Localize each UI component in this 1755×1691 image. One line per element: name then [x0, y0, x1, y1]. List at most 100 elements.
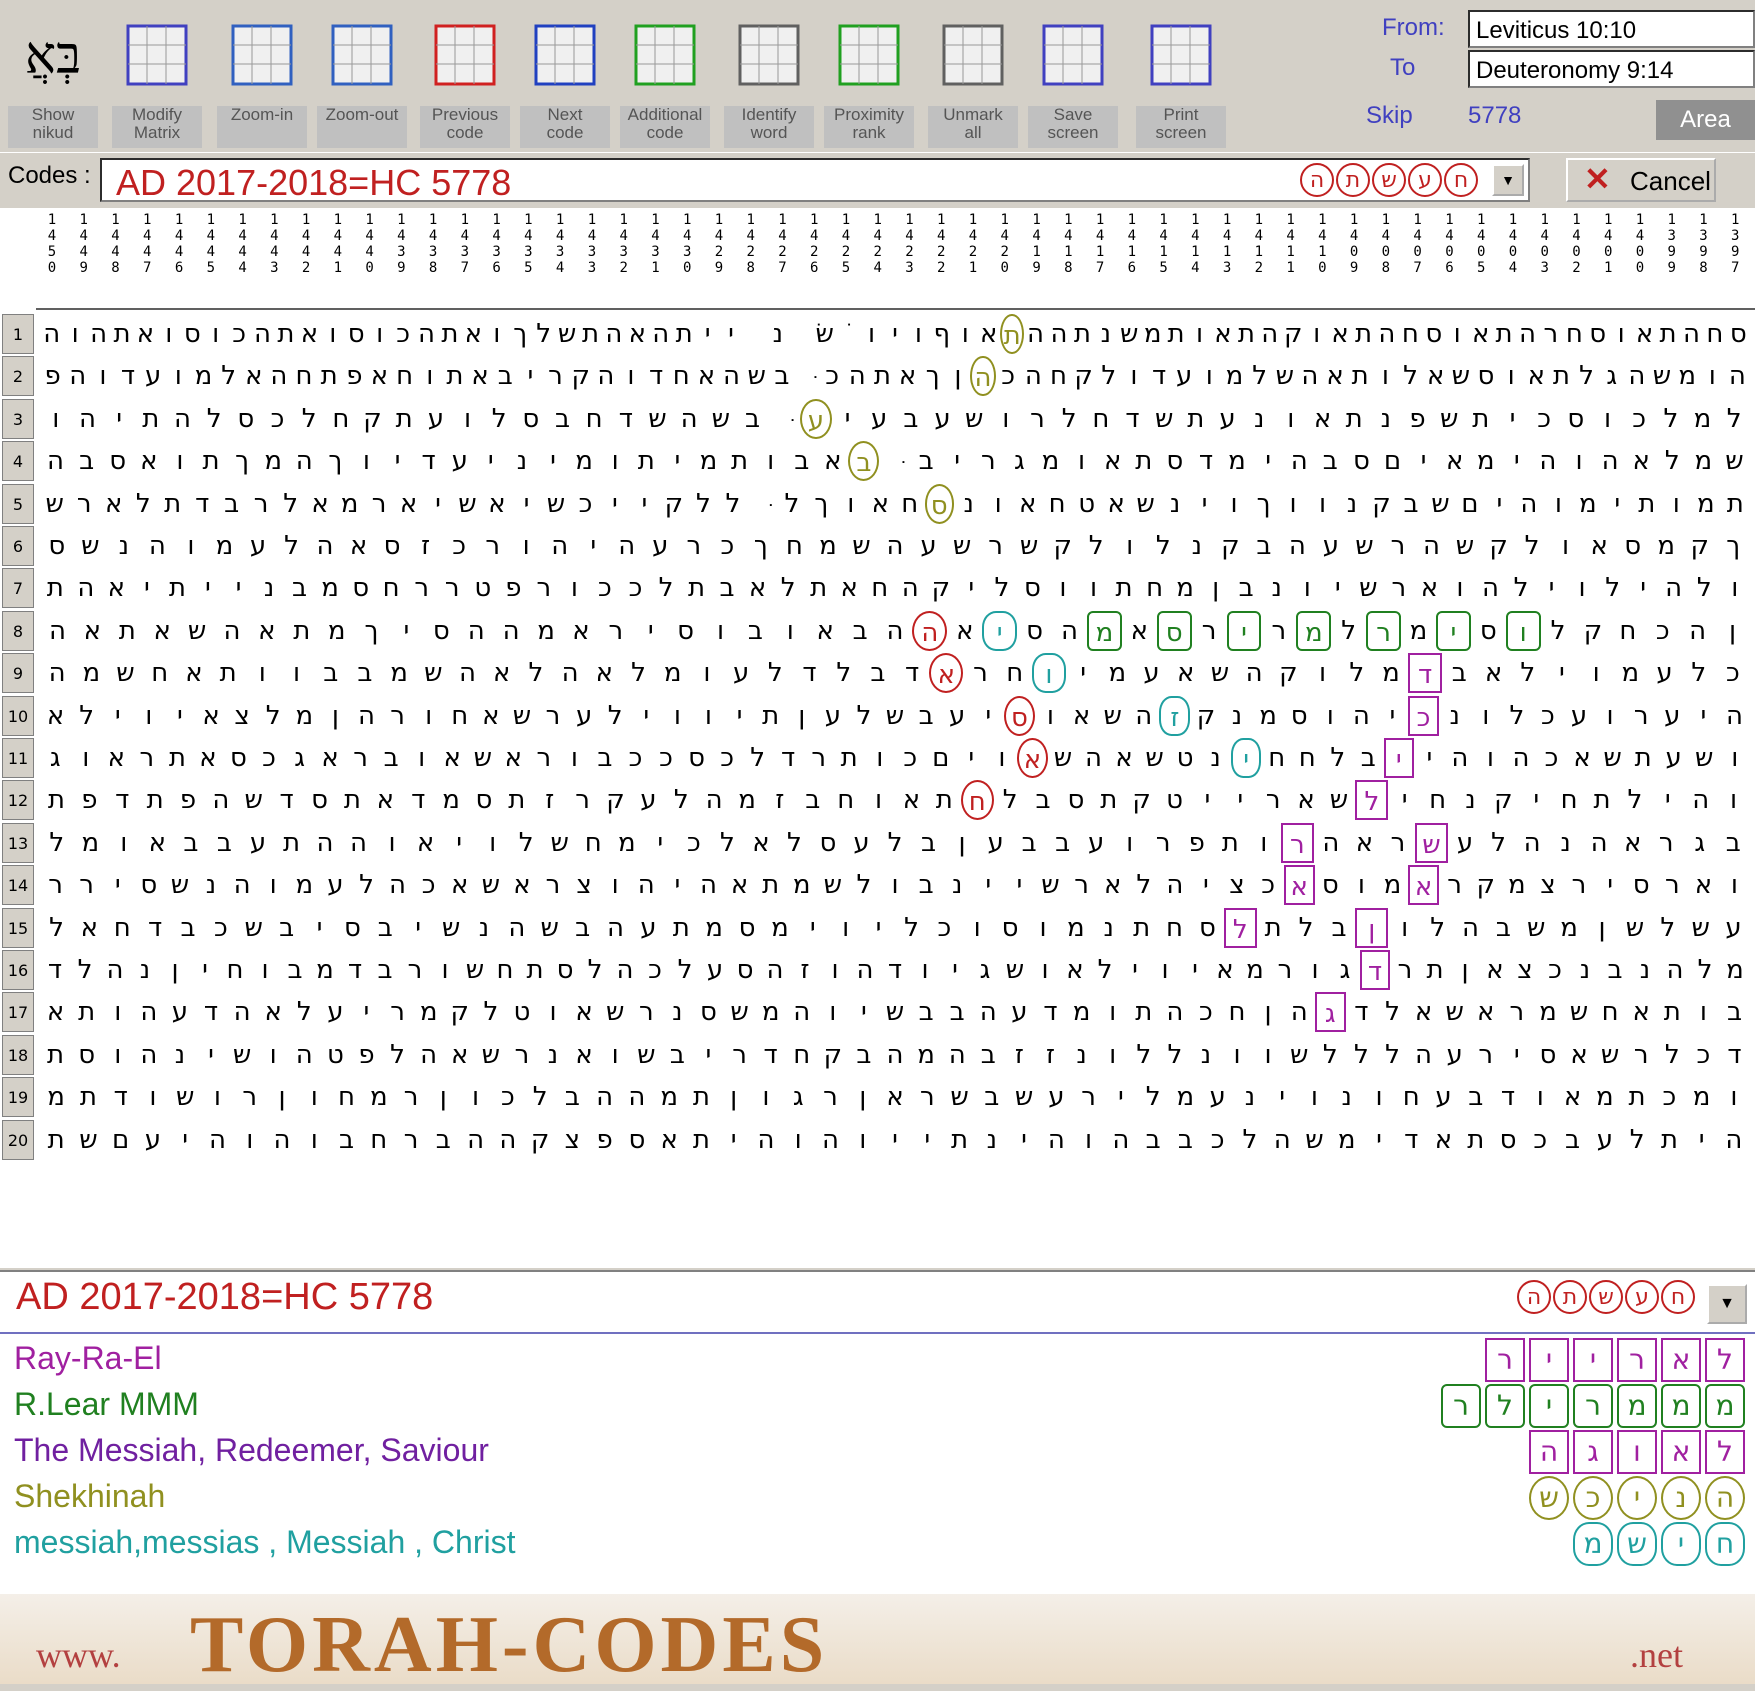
matrix-letter[interactable]: ר [400, 950, 430, 990]
matrix-letter[interactable]: ד [1492, 1077, 1524, 1117]
matrix-letter[interactable]: ן [945, 823, 979, 863]
matrix-letter[interactable]: ת [1164, 314, 1187, 354]
matrix-letter[interactable]: כ [711, 526, 745, 566]
matrix-letter[interactable]: ת [685, 1077, 717, 1117]
matrix-letter[interactable]: ע [1202, 1077, 1234, 1117]
matrix-letter[interactable]: י [631, 696, 662, 736]
matrix-letter[interactable]: פ [1402, 399, 1434, 439]
matrix-letter[interactable]: ח [1563, 314, 1586, 354]
matrix-letter[interactable]: י [518, 356, 543, 396]
matrix-letter[interactable]: ל [1690, 950, 1720, 990]
matrix-letter[interactable]: ו [1113, 526, 1147, 566]
matrix-letter[interactable]: ש [237, 780, 270, 820]
matrix-letter[interactable]: ש [1012, 526, 1046, 566]
matrix-letter[interactable]: ה [698, 780, 731, 820]
matrix-letter[interactable]: נ [1549, 823, 1583, 863]
matrix-letter[interactable]: ׁ [790, 314, 813, 354]
matrix-letter[interactable]: ש [945, 526, 979, 566]
matrix-letter[interactable]: ה [599, 908, 632, 948]
matrix-letter[interactable]: מ [1688, 441, 1719, 481]
matrix-letter[interactable]: צ [569, 865, 600, 905]
matrix-letter[interactable]: ב [1353, 738, 1384, 778]
matrix-letter[interactable]: י [1323, 568, 1354, 608]
matrix-letter[interactable]: ס [693, 992, 724, 1032]
matrix-letter[interactable]: א [879, 1077, 911, 1117]
matrix-letter[interactable]: ל [198, 399, 230, 439]
matrix-letter[interactable]: י [1536, 568, 1567, 608]
next-button[interactable]: Next code [518, 6, 612, 148]
matrix-letter[interactable]: ו [1300, 950, 1330, 990]
chevron-down-icon[interactable]: ▼ [1707, 1284, 1747, 1324]
matrix-letter[interactable]: ב [911, 865, 942, 905]
matrix-letter[interactable]: ר [963, 653, 997, 693]
matrix-letter[interactable]: ד [139, 908, 172, 948]
matrix-letter[interactable]: כ [1540, 950, 1570, 990]
matrix-letter[interactable]: י [1414, 738, 1445, 778]
identify-button[interactable]: Identify word [722, 6, 816, 148]
matrix-letter[interactable]: ו [1298, 1077, 1330, 1117]
matrix-letter[interactable]: ר [803, 738, 834, 778]
matrix-letter[interactable]: ש [1139, 738, 1170, 778]
matrix-letter[interactable]: ו [1445, 314, 1468, 354]
matrix-letter[interactable]: ח [376, 568, 407, 608]
matrix-letter[interactable]: ח [1595, 992, 1626, 1032]
matrix-letter[interactable]: א [1427, 1120, 1459, 1160]
matrix-letter[interactable]: ד [895, 653, 929, 693]
matrix-letter[interactable]: ו [204, 314, 227, 354]
matrix-letter[interactable]: א [1567, 738, 1598, 778]
matrix-letter[interactable]: ל [293, 399, 325, 439]
matrix-letter[interactable]: ש [506, 696, 537, 736]
matrix-letter[interactable]: ל [276, 484, 305, 524]
matrix-letter[interactable]: א [1097, 441, 1128, 481]
matrix-letter[interactable]: י [442, 823, 476, 863]
matrix-letter[interactable]: ל [1340, 653, 1374, 693]
matrix-letter[interactable]: ח [895, 484, 924, 524]
matrix-letter[interactable]: ר [1072, 1077, 1104, 1117]
matrix-letter[interactable]: נ [1261, 568, 1292, 608]
matrix-letter[interactable]: ש [1448, 356, 1473, 396]
matrix-letter[interactable]: ו [559, 568, 590, 608]
matrix-letter[interactable]: ד [105, 1077, 137, 1117]
matrix-letter[interactable]: נ [976, 1120, 1008, 1160]
matrix-letter[interactable]: ת [1460, 1120, 1492, 1160]
matrix-letter[interactable]: ס [181, 314, 204, 354]
matrix-letter[interactable]: ב [848, 1035, 879, 1075]
matrix-letter[interactable]: ה [342, 823, 376, 863]
matrix-letter[interactable]: ך [744, 526, 778, 566]
matrix-letter[interactable]: ש [74, 526, 108, 566]
matrix-letter[interactable]: י [1628, 568, 1659, 608]
matrix-letter[interactable]: ה [415, 314, 438, 354]
matrix-letter[interactable]: ע [644, 526, 678, 566]
matrix-letter[interactable]: נ [1094, 314, 1117, 354]
matrix-letter[interactable]: נ [954, 484, 983, 524]
to-field[interactable]: Deuteronomy 9:14 [1468, 50, 1755, 88]
matrix-letter[interactable]: ש [813, 314, 836, 354]
matrix-letter[interactable]: ס [1284, 696, 1315, 736]
matrix-letter[interactable]: א [563, 611, 598, 651]
matrix-letter[interactable]: א [1414, 568, 1445, 608]
matrix-letter[interactable]: ק [659, 484, 688, 524]
matrix-letter[interactable]: א [1556, 1077, 1588, 1117]
matrix-letter[interactable]: מ [40, 1077, 72, 1117]
matrix-letter[interactable]: ו [1470, 696, 1501, 736]
matrix-letter[interactable]: ו [829, 908, 862, 948]
matrix-letter[interactable]: ת [40, 780, 73, 820]
matrix-letter[interactable]: ח [1158, 908, 1191, 948]
matrix-letter[interactable]: א [437, 738, 468, 778]
matrix-letter[interactable]: י [576, 526, 610, 566]
matrix-letter[interactable]: מ [1613, 653, 1647, 693]
matrix-letter[interactable]: ך [1716, 526, 1750, 566]
matrix-letter[interactable]: מ [1169, 1077, 1201, 1117]
matrix-letter[interactable]: מ [731, 780, 764, 820]
matrix-letter[interactable]: מ [289, 865, 320, 905]
matrix-letter[interactable]: ר [537, 696, 568, 736]
matrix-letter[interactable]: ע [632, 908, 665, 948]
matrix-letter[interactable]: א [369, 780, 402, 820]
matrix-letter[interactable]: י [719, 314, 742, 354]
matrix-letter[interactable]: ו [279, 653, 313, 693]
matrix-letter[interactable]: ו [1505, 610, 1541, 651]
matrix-letter[interactable]: ק [1470, 865, 1501, 905]
matrix-letter[interactable]: א [808, 611, 843, 651]
matrix-letter[interactable]: ח [1553, 780, 1586, 820]
matrix-letter[interactable]: מ [693, 441, 724, 481]
